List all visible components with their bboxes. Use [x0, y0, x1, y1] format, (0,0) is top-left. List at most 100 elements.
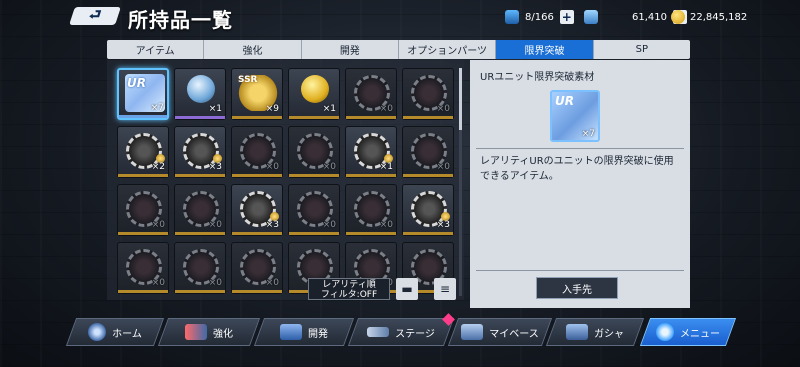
- scroll-thumb[interactable]: [459, 68, 462, 130]
- home-icon: [88, 323, 107, 341]
- rarity-strip: [118, 232, 168, 235]
- item-quantity: ×3: [208, 162, 222, 172]
- divider: [476, 148, 684, 149]
- sort-order-button[interactable]: ≡: [434, 278, 456, 300]
- rarity-strip: [118, 290, 168, 293]
- item-cell[interactable]: ×0: [117, 184, 169, 236]
- rarity-strip: [346, 116, 396, 119]
- item-quantity: ×2: [151, 162, 165, 172]
- nav-gacha[interactable]: ガシャ: [545, 318, 645, 346]
- item-quantity: ×0: [436, 162, 450, 172]
- item-detail-panel: URユニット限界突破素材 UR ×7 レアリティURのユニットの限界突破に使用で…: [470, 60, 690, 308]
- rarity-strip: [232, 116, 282, 119]
- nav-home[interactable]: ホーム: [65, 318, 165, 346]
- item-cell[interactable]: SSR ×9: [231, 68, 283, 120]
- coin-display: 22,845,182: [671, 9, 747, 25]
- stamina-display: 8/166 +: [505, 9, 574, 25]
- item-cell[interactable]: ×0: [345, 184, 397, 236]
- item-quantity: ×0: [322, 162, 336, 172]
- filter-label: フィルタ:OFF: [320, 290, 378, 300]
- rarity-strip: [403, 232, 453, 235]
- tab-develop[interactable]: 開発: [302, 40, 399, 59]
- gold-orb-icon: [301, 75, 329, 103]
- grid-scrollbar[interactable]: [459, 68, 462, 296]
- enhance-icon: [185, 324, 207, 340]
- item-cell[interactable]: ×0: [345, 68, 397, 120]
- menu-icon: [656, 323, 674, 341]
- item-grid: UR ×7 ×1 SSR ×9 ×1 ×0 ×0 ×2 ×3 ×0 ×0 ×1 ×0 ×0 ×0 ×3 ×0 ×0 ×…: [107, 60, 464, 300]
- rarity-strip: [175, 174, 225, 177]
- rarity-strip: [289, 174, 339, 177]
- develop-icon: [280, 324, 302, 340]
- item-cell[interactable]: ×0: [402, 68, 454, 120]
- tab-item[interactable]: アイテム: [107, 40, 205, 59]
- tab-sp[interactable]: SP: [594, 40, 690, 59]
- gem-value: 61,410: [632, 11, 667, 23]
- item-quantity: ×0: [436, 104, 450, 114]
- item-description: レアリティURのユニットの限界突破に使用できるアイテム。: [480, 156, 674, 182]
- item-cell[interactable]: ×0: [288, 184, 340, 236]
- item-cell[interactable]: ×3: [231, 184, 283, 236]
- item-cell[interactable]: ×1: [174, 68, 226, 120]
- divider: [476, 270, 684, 271]
- tab-limit-break[interactable]: 限界突破: [496, 40, 594, 59]
- rarity-strip: [346, 232, 396, 235]
- item-quantity: ×0: [322, 220, 336, 230]
- stage-gun-icon: [367, 327, 390, 337]
- rarity-strip: [232, 174, 282, 177]
- item-cell[interactable]: ×3: [402, 184, 454, 236]
- base-icon: [461, 324, 484, 340]
- sort-label: レアリティ順: [322, 280, 376, 290]
- nav-develop[interactable]: 開発: [253, 318, 355, 346]
- item-cell[interactable]: UR ×7: [117, 68, 169, 120]
- item-cell[interactable]: ×2: [117, 126, 169, 178]
- nav-menu[interactable]: メニュー: [639, 318, 737, 346]
- rarity-strip: [289, 116, 339, 119]
- item-cell[interactable]: ×0: [174, 184, 226, 236]
- item-quantity: ×9: [265, 104, 279, 114]
- display-toggle-button[interactable]: ▬: [396, 278, 418, 300]
- item-cell[interactable]: ×0: [174, 242, 226, 294]
- card-view-icon: ▬: [401, 282, 413, 296]
- coin-icon: [671, 10, 685, 24]
- item-cell[interactable]: ×3: [174, 126, 226, 178]
- rarity-strip: [175, 290, 225, 293]
- obtain-source-button[interactable]: 入手先: [536, 277, 618, 299]
- rarity-strip: [175, 116, 225, 119]
- bottom-navigation: ホーム 強化 開発 ステージ マイベース ガシャ メニュー: [65, 318, 737, 346]
- item-cell[interactable]: ×0: [288, 126, 340, 178]
- item-quantity: ×0: [151, 278, 165, 288]
- item-cell[interactable]: ×0: [231, 242, 283, 294]
- gacha-icon: [566, 324, 588, 340]
- tab-option-parts[interactable]: オプションパーツ: [399, 40, 497, 59]
- back-button[interactable]: ⮐: [69, 7, 121, 25]
- item-quantity: ×3: [436, 220, 450, 230]
- rarity-strip: [119, 115, 167, 118]
- stamina-value: 8/166: [525, 11, 554, 23]
- item-cell[interactable]: ×0: [117, 242, 169, 294]
- sort-lines-icon: ≡: [439, 282, 451, 296]
- sort-filter-button[interactable]: レアリティ順 フィルタ:OFF: [308, 278, 390, 300]
- rarity-strip: [403, 116, 453, 119]
- item-cell[interactable]: ×1: [288, 68, 340, 120]
- item-quantity: ×1: [208, 104, 222, 114]
- item-cell[interactable]: ×0: [231, 126, 283, 178]
- stamina-icon: [505, 10, 519, 24]
- nav-mybase[interactable]: マイベース: [447, 318, 553, 346]
- rarity-strip: [118, 174, 168, 177]
- item-quantity: ×3: [265, 220, 279, 230]
- nav-stage[interactable]: ステージ: [347, 318, 455, 346]
- item-quantity: ×1: [322, 104, 336, 114]
- rarity-strip: [232, 290, 282, 293]
- category-tabs: アイテム 強化 開発 オプションパーツ 限界突破 SP: [107, 40, 690, 59]
- silver-orb-icon: [187, 75, 215, 103]
- rarity-strip: [403, 174, 453, 177]
- item-cell[interactable]: ×0: [402, 126, 454, 178]
- item-quantity: ×0: [379, 104, 393, 114]
- tab-enhance[interactable]: 強化: [204, 40, 302, 59]
- rarity-strip: [232, 232, 282, 235]
- item-cell[interactable]: ×1: [345, 126, 397, 178]
- stamina-plus-button[interactable]: +: [559, 10, 574, 24]
- nav-enhance[interactable]: 強化: [157, 318, 261, 346]
- item-quantity: ×0: [379, 220, 393, 230]
